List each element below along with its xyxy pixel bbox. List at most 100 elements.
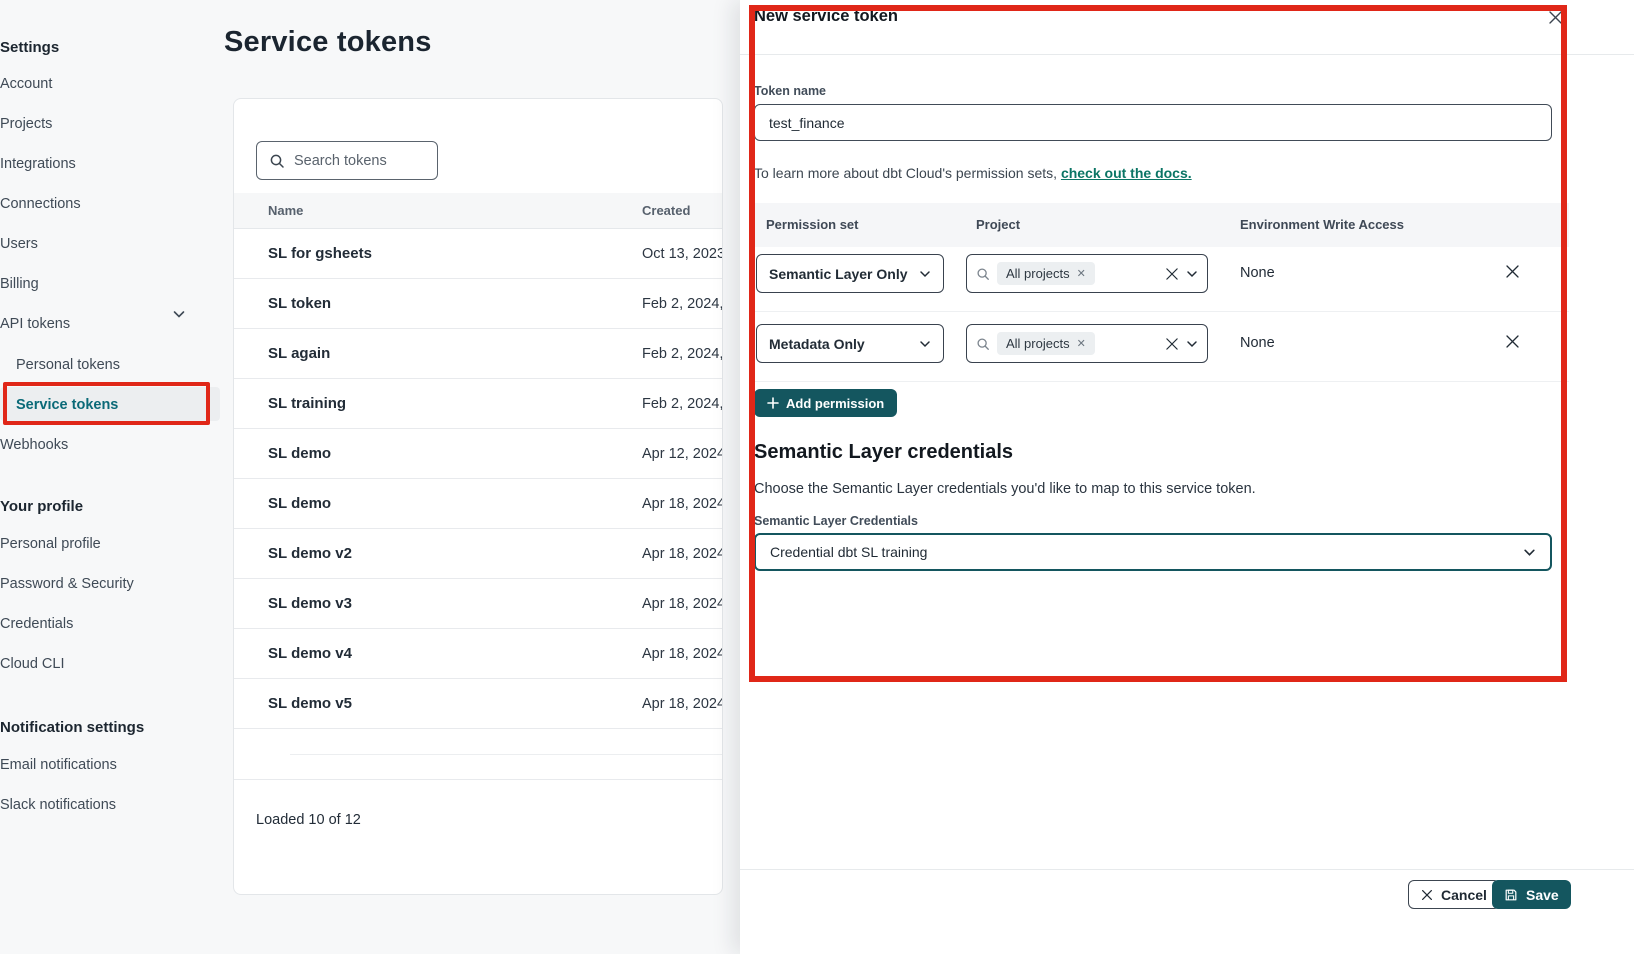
chip-remove-icon[interactable]: ✕ (1077, 337, 1086, 350)
table-header: Name Created (234, 193, 722, 229)
sidebar-item-api-tokens[interactable]: API tokens (0, 316, 70, 332)
table-row[interactable]: SL againFeb 2, 2024, 1 (234, 329, 722, 379)
token-name: SL demo v3 (268, 595, 352, 612)
write-access-value: None (1240, 265, 1275, 281)
table-row-stub (234, 729, 722, 755)
column-header-project: Project (976, 217, 1020, 232)
remove-permission-icon[interactable] (1505, 264, 1520, 279)
write-access-value: None (1240, 335, 1275, 351)
sidebar-item-connections[interactable]: Connections (0, 196, 81, 212)
sidebar-item-projects[interactable]: Projects (0, 116, 52, 132)
chevron-down-icon[interactable] (1186, 338, 1198, 350)
table-row[interactable]: SL demo v2Apr 18, 2024, (234, 529, 722, 579)
token-name: SL again (268, 345, 330, 362)
token-created: Apr 18, 2024, (642, 496, 723, 512)
token-name-label: Token name (754, 84, 826, 98)
search-icon (976, 337, 990, 351)
sidebar-item-webhooks[interactable]: Webhooks (0, 437, 68, 453)
drawer-title: New service token (754, 7, 898, 26)
add-permission-button[interactable]: Add permission (754, 389, 897, 417)
save-button[interactable]: Save (1492, 880, 1571, 909)
token-created: Apr 12, 2024, (642, 446, 723, 462)
sidebar-item-billing[interactable]: Billing (0, 276, 39, 292)
close-icon (1421, 889, 1433, 901)
credentials-section-description: Choose the Semantic Layer credentials yo… (754, 481, 1256, 497)
project-chip: All projects ✕ (997, 262, 1095, 285)
remove-permission-icon[interactable] (1505, 334, 1520, 349)
app-root: Settings Account Projects Integrations C… (0, 0, 1634, 954)
docs-text-static: To learn more about dbt Cloud's permissi… (754, 165, 1057, 181)
sidebar-item-users[interactable]: Users (0, 236, 38, 252)
table-row[interactable]: SL tokenFeb 2, 2024, 1 (234, 279, 722, 329)
sidebar-item-credentials[interactable]: Credentials (0, 616, 73, 632)
token-name: SL demo (268, 445, 331, 462)
permission-row: Metadata Only All projects ✕ None (749, 312, 1569, 382)
table-row[interactable]: SL demoApr 18, 2024, (234, 479, 722, 529)
table-row[interactable]: SL demo v5 Apr 18, 2024, (234, 679, 722, 729)
table-row[interactable]: SL demo v4 Apr 18, 2024, (234, 629, 722, 679)
table-row[interactable]: SL trainingFeb 2, 2024, 2 (234, 379, 722, 429)
permission-set-select[interactable]: Metadata Only (756, 324, 944, 363)
token-created: Apr 18, 2024, (642, 646, 723, 662)
sidebar-item-password-security[interactable]: Password & Security (0, 576, 134, 592)
credentials-field-label: Semantic Layer Credentials (754, 514, 918, 528)
drawer-header-divider (740, 54, 1634, 55)
clear-selection-icon[interactable] (1165, 337, 1179, 351)
chevron-down-icon[interactable] (1186, 268, 1198, 280)
token-name: SL demo v4 (268, 645, 352, 662)
table-row[interactable]: SL for gsheets Oct 13, 2023, (234, 229, 722, 279)
sidebar-item-service-tokens[interactable]: Service tokens (16, 397, 118, 413)
add-permission-label: Add permission (786, 396, 884, 411)
permission-set-value: Semantic Layer Only (769, 266, 908, 282)
project-chip-label: All projects (1006, 336, 1070, 351)
token-created: Apr 18, 2024, (642, 696, 723, 712)
token-name-field[interactable]: test_finance (754, 104, 1552, 141)
table-row[interactable]: SL demo Apr 12, 2024, (234, 429, 722, 479)
project-multiselect[interactable]: All projects ✕ (966, 324, 1208, 363)
sidebar-item-slack-notifications[interactable]: Slack notifications (0, 797, 116, 813)
permission-set-select[interactable]: Semantic Layer Only (756, 254, 944, 293)
column-header-env-write: Environment Write Access (1240, 217, 1404, 232)
token-table-body: SL for gsheets Oct 13, 2023, SL tokenFeb … (234, 229, 722, 780)
token-created: Feb 2, 2024, 2 (642, 396, 723, 412)
sidebar-item-integrations[interactable]: Integrations (0, 156, 76, 172)
new-service-token-drawer: New service token Token name test_financ… (740, 0, 1634, 954)
sidebar-section-your-profile: Your profile (0, 498, 83, 515)
column-header-permission-set: Permission set (766, 217, 859, 232)
project-multiselect[interactable]: All projects ✕ (966, 254, 1208, 293)
sidebar-item-account[interactable]: Account (0, 76, 52, 92)
sidebar-item-cloud-cli[interactable]: Cloud CLI (0, 656, 64, 672)
credentials-select[interactable]: Credential dbt SL training (754, 533, 1552, 571)
token-created: Oct 13, 2023, (642, 246, 723, 262)
loaded-status: Loaded 10 of 12 (256, 812, 361, 828)
cancel-button[interactable]: Cancel (1408, 880, 1500, 909)
cancel-label: Cancel (1441, 887, 1487, 903)
credentials-selected-value: Credential dbt SL training (770, 544, 927, 560)
table-row[interactable]: SL demo v3Apr 18, 2024, (234, 579, 722, 629)
close-icon[interactable] (1544, 6, 1566, 28)
token-name-value: test_finance (769, 115, 845, 131)
chevron-down-icon (919, 268, 931, 280)
docs-link[interactable]: check out the docs. (1061, 165, 1192, 181)
settings-sidebar: Settings Account Projects Integrations C… (0, 0, 216, 954)
sidebar-item-personal-tokens[interactable]: Personal tokens (16, 357, 120, 373)
save-label: Save (1526, 887, 1559, 903)
clear-selection-icon[interactable] (1165, 267, 1179, 281)
sidebar-section-settings: Settings (0, 39, 59, 56)
token-name: SL demo v5 (268, 695, 352, 712)
drawer-footer-divider (740, 869, 1634, 870)
token-name: SL for gsheets (268, 245, 372, 262)
sidebar-section-notification-settings: Notification settings (0, 719, 144, 736)
chip-remove-icon[interactable]: ✕ (1077, 267, 1086, 280)
permission-row: Semantic Layer Only All projects ✕ None (749, 242, 1569, 312)
search-icon (269, 153, 285, 169)
permissions-header-row: Permission set Project Environment Write… (749, 203, 1569, 247)
sidebar-item-personal-profile[interactable]: Personal profile (0, 536, 101, 552)
service-tokens-card: Search tokens Name Created SL for gsheet… (233, 98, 723, 895)
search-input[interactable]: Search tokens (256, 141, 438, 180)
project-chip: All projects ✕ (997, 332, 1095, 355)
chevron-down-icon (1523, 546, 1536, 559)
chevron-down-icon[interactable] (172, 307, 186, 321)
sidebar-item-email-notifications[interactable]: Email notifications (0, 757, 117, 773)
column-header-created: Created (642, 203, 690, 218)
